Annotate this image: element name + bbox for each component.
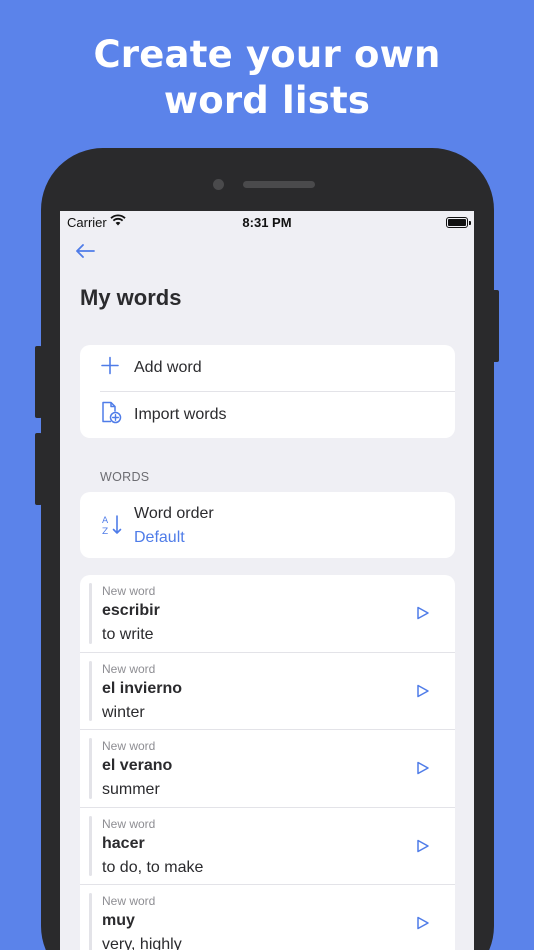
progress-indicator: [89, 583, 92, 644]
word-list-item[interactable]: New word el verano summer: [80, 730, 455, 808]
camera-icon: [213, 179, 224, 190]
play-icon[interactable]: [416, 684, 430, 703]
words-section-label: WORDS: [100, 470, 150, 484]
word-term: el verano: [102, 757, 173, 774]
word-order-value: Default: [134, 529, 185, 546]
svg-text:A: A: [102, 516, 109, 526]
word-status-tag: New word: [102, 661, 156, 676]
word-term: escribir: [102, 602, 160, 619]
play-icon[interactable]: [416, 839, 430, 858]
page-title: My words: [80, 285, 182, 310]
file-add-icon: [100, 401, 122, 430]
plus-icon: [100, 356, 120, 381]
promo-headline: Create your own word lists: [0, 32, 534, 124]
play-icon[interactable]: [416, 761, 430, 780]
import-words-label: Import words: [134, 406, 227, 423]
actions-card: Add word Import words: [80, 345, 455, 438]
word-list-item[interactable]: New word hacer to do, to make: [80, 808, 455, 885]
import-words-button[interactable]: Import words: [80, 392, 455, 438]
word-list-item[interactable]: New word escribir to write: [80, 575, 455, 653]
add-word-label: Add word: [134, 359, 202, 376]
battery-icon: [446, 217, 471, 228]
promo-headline-line2: word lists: [163, 79, 371, 122]
word-translation: summer: [102, 781, 160, 798]
word-term: muy: [102, 912, 135, 929]
word-translation: winter: [102, 703, 145, 721]
sort-az-icon: A Z: [101, 514, 123, 541]
word-term: hacer: [102, 834, 145, 852]
word-status-tag: New word: [102, 739, 156, 753]
progress-indicator: [89, 660, 92, 721]
word-status-tag: New word: [102, 894, 156, 908]
word-list-item[interactable]: New word el invierno winter: [80, 653, 455, 730]
play-icon[interactable]: [416, 916, 430, 935]
word-order-button[interactable]: A Z Word order Default: [80, 492, 455, 558]
word-translation: very, highly: [102, 936, 182, 950]
back-button[interactable]: [74, 243, 96, 264]
word-list: New word escribir to write New word el i…: [80, 575, 455, 950]
word-list-item[interactable]: New word muy very, highly: [80, 885, 455, 950]
status-bar: Carrier 8:31 PM: [60, 211, 474, 233]
word-translation: to write: [102, 626, 154, 643]
word-translation: to do, to make: [102, 858, 204, 876]
play-icon[interactable]: [416, 606, 430, 625]
promo-headline-line1: Create your own: [93, 33, 441, 76]
svg-text:Z: Z: [102, 527, 108, 536]
arrow-left-icon: [76, 244, 95, 258]
word-status-tag: New word: [102, 816, 156, 831]
phone-screen: Carrier 8:31 PM My words Add word Import…: [60, 211, 474, 950]
add-word-button[interactable]: Add word: [80, 345, 455, 391]
word-order-label: Word order: [134, 505, 214, 522]
word-status-tag: New word: [102, 584, 156, 598]
speaker-grille: [243, 181, 315, 188]
progress-indicator: [89, 893, 92, 950]
progress-indicator: [89, 738, 92, 799]
word-term: el invierno: [102, 679, 183, 697]
progress-indicator: [89, 815, 92, 876]
status-time: 8:31 PM: [242, 215, 292, 230]
word-order-card: A Z Word order Default: [80, 492, 455, 558]
